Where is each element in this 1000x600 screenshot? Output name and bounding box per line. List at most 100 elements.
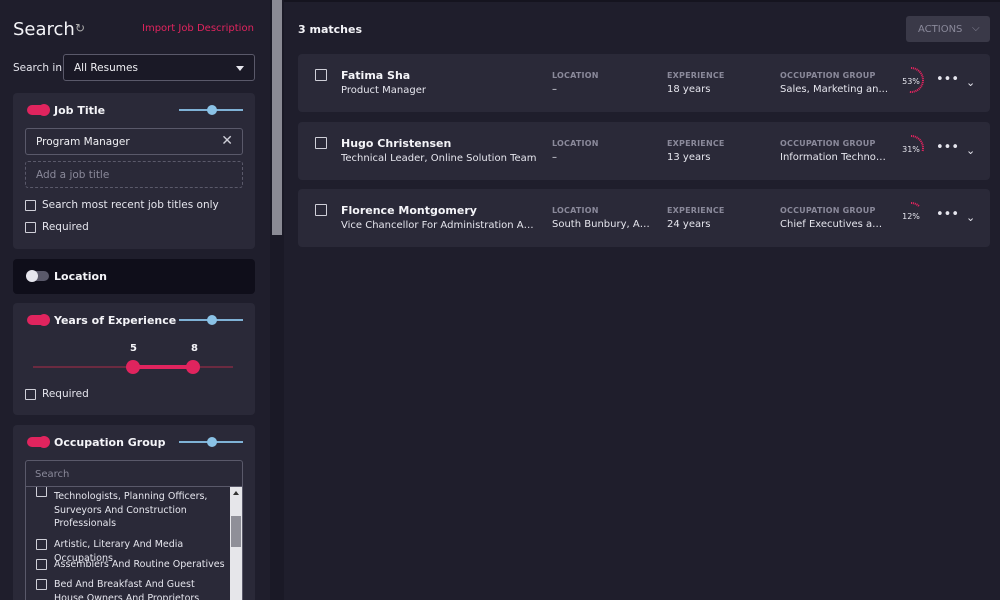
caret-down-icon xyxy=(236,66,244,71)
range-min-handle[interactable] xyxy=(126,360,140,374)
list-item[interactable]: Bed And Breakfast And Guest House Owners… xyxy=(36,578,226,600)
experience-weight-slider[interactable] xyxy=(179,315,243,325)
result-row[interactable]: Fatima Sha Product Manager LOCATION – EX… xyxy=(298,54,990,112)
candidate-name[interactable]: Hugo Christensen xyxy=(341,137,451,150)
actions-button[interactable]: ACTIONS ⌵ xyxy=(906,16,990,42)
job-title-required-row[interactable]: Required xyxy=(25,221,89,233)
main-top-border xyxy=(284,0,1000,2)
score-arc-segment xyxy=(919,86,922,89)
occupation-checkbox[interactable] xyxy=(36,579,47,590)
score-arc-segment xyxy=(915,203,918,206)
score-arc-segment xyxy=(918,87,921,91)
candidate-location: South Bunbury, Aust... xyxy=(552,219,656,230)
scrollbar-thumb[interactable] xyxy=(272,0,282,235)
match-count: 3 matches xyxy=(298,23,362,36)
occupation-checkbox[interactable] xyxy=(36,539,47,550)
add-job-title-placeholder: Add a job title xyxy=(36,169,110,181)
job-title-required-label: Required xyxy=(42,221,89,233)
experience-label: Years of Experience xyxy=(54,314,177,327)
sidebar-scrollbar[interactable] xyxy=(270,0,284,600)
weight-handle[interactable] xyxy=(207,437,217,447)
score-arc-segment xyxy=(917,137,920,140)
candidate-name[interactable]: Florence Montgomery xyxy=(341,204,477,217)
add-job-title-input[interactable]: Add a job title xyxy=(25,161,243,188)
search-sidebar: Search ↻ Import Job Description Search i… xyxy=(0,0,270,600)
occupation-list[interactable]: Technologists, Planning Officers, Survey… xyxy=(25,487,243,600)
weight-handle[interactable] xyxy=(207,315,217,325)
score-arc-segment xyxy=(919,72,923,75)
occupation-checkbox[interactable] xyxy=(36,487,47,497)
job-title-weight-slider[interactable] xyxy=(179,105,243,115)
more-options-icon[interactable]: ••• xyxy=(936,140,959,155)
candidate-experience: 13 years xyxy=(667,152,711,163)
result-checkbox[interactable] xyxy=(315,69,327,81)
candidate-title: Product Manager xyxy=(341,85,426,96)
expand-chevron-icon[interactable]: ⌄ xyxy=(966,211,975,224)
score-arc-segment xyxy=(917,204,920,207)
occupation-search-input[interactable]: Search xyxy=(25,460,243,487)
location-column-label: LOCATION xyxy=(552,139,599,148)
experience-required-checkbox[interactable] xyxy=(25,388,36,400)
range-max-handle[interactable] xyxy=(186,360,200,374)
occupation-item-label: Bed And Breakfast And Guest House Owners… xyxy=(54,579,200,600)
occupation-search-placeholder: Search xyxy=(35,469,70,480)
list-item[interactable]: Assemblers And Routine Operatives xyxy=(36,558,226,572)
result-row[interactable]: Florence Montgomery Vice Chancellor For … xyxy=(298,189,990,247)
result-checkbox[interactable] xyxy=(315,204,327,216)
more-options-icon[interactable]: ••• xyxy=(936,72,959,87)
score-arc-segment xyxy=(915,136,918,139)
score-arc-segment xyxy=(916,88,919,92)
experience-required-row[interactable]: Required xyxy=(25,388,89,400)
recent-job-titles-checkbox[interactable] xyxy=(25,199,36,211)
scrollbar-thumb[interactable] xyxy=(231,516,241,547)
candidate-occupation: Information Technol... xyxy=(780,152,888,163)
occupation-weight-slider[interactable] xyxy=(179,437,243,447)
location-toggle[interactable] xyxy=(26,270,49,282)
reset-icon[interactable]: ↻ xyxy=(75,22,87,34)
occupation-label: Occupation Group xyxy=(54,436,166,449)
import-job-description-link[interactable]: Import Job Description xyxy=(142,23,254,34)
candidate-title: Technical Leader, Online Solution Team xyxy=(341,153,537,164)
occupation-column-label: OCCUPATION GROUP xyxy=(780,71,876,80)
score-arc-segment xyxy=(915,68,918,71)
candidate-occupation: Chief Executives and... xyxy=(780,219,888,230)
experience-column-label: EXPERIENCE xyxy=(667,206,725,215)
close-icon[interactable]: ✕ xyxy=(221,133,233,149)
expand-chevron-icon[interactable]: ⌄ xyxy=(966,144,975,157)
job-title-toggle[interactable] xyxy=(27,104,50,116)
job-title-chip-label: Program Manager xyxy=(36,136,130,148)
occupation-list-scrollbar[interactable] xyxy=(230,487,242,600)
experience-card: Years of Experience 5 8 Required xyxy=(13,303,255,415)
candidate-location: – xyxy=(552,84,557,95)
location-label: Location xyxy=(54,270,107,283)
range-fill xyxy=(133,365,193,369)
job-title-required-checkbox[interactable] xyxy=(25,221,36,233)
scroll-up-icon[interactable] xyxy=(233,491,239,495)
job-title-chip: Program Manager ✕ xyxy=(25,128,243,155)
candidate-name[interactable]: Fatima Sha xyxy=(341,69,410,82)
score-arc-segment xyxy=(918,70,922,73)
occupation-column-label: OCCUPATION GROUP xyxy=(780,206,876,215)
result-checkbox[interactable] xyxy=(315,137,327,149)
recent-job-titles-checkbox-row[interactable]: Search most recent job titles only xyxy=(25,199,219,211)
score-arc-segment xyxy=(917,69,920,72)
candidate-experience: 24 years xyxy=(667,219,711,230)
experience-column-label: EXPERIENCE xyxy=(667,71,725,80)
range-min-value: 5 xyxy=(130,343,137,354)
result-row[interactable]: Hugo Christensen Technical Leader, Onlin… xyxy=(298,122,990,180)
match-score-label: 53% xyxy=(902,77,920,86)
occupation-checkbox[interactable] xyxy=(36,559,47,570)
location-column-label: LOCATION xyxy=(552,206,599,215)
occupation-toggle[interactable] xyxy=(27,436,50,448)
expand-chevron-icon[interactable]: ⌄ xyxy=(966,76,975,89)
experience-range-slider[interactable] xyxy=(33,360,233,374)
job-title-card: Job Title Program Manager ✕ Add a job ti… xyxy=(13,93,255,249)
recent-job-titles-label: Search most recent job titles only xyxy=(42,199,219,211)
more-options-icon[interactable]: ••• xyxy=(936,207,959,222)
list-item[interactable]: Technologists, Planning Officers, Survey… xyxy=(36,487,226,531)
location-column-label: LOCATION xyxy=(552,71,599,80)
occupation-item-label: Technologists, Planning Officers, Survey… xyxy=(54,491,208,529)
weight-handle[interactable] xyxy=(207,105,217,115)
search-in-select[interactable]: All Resumes xyxy=(63,54,255,81)
experience-toggle[interactable] xyxy=(27,314,50,326)
